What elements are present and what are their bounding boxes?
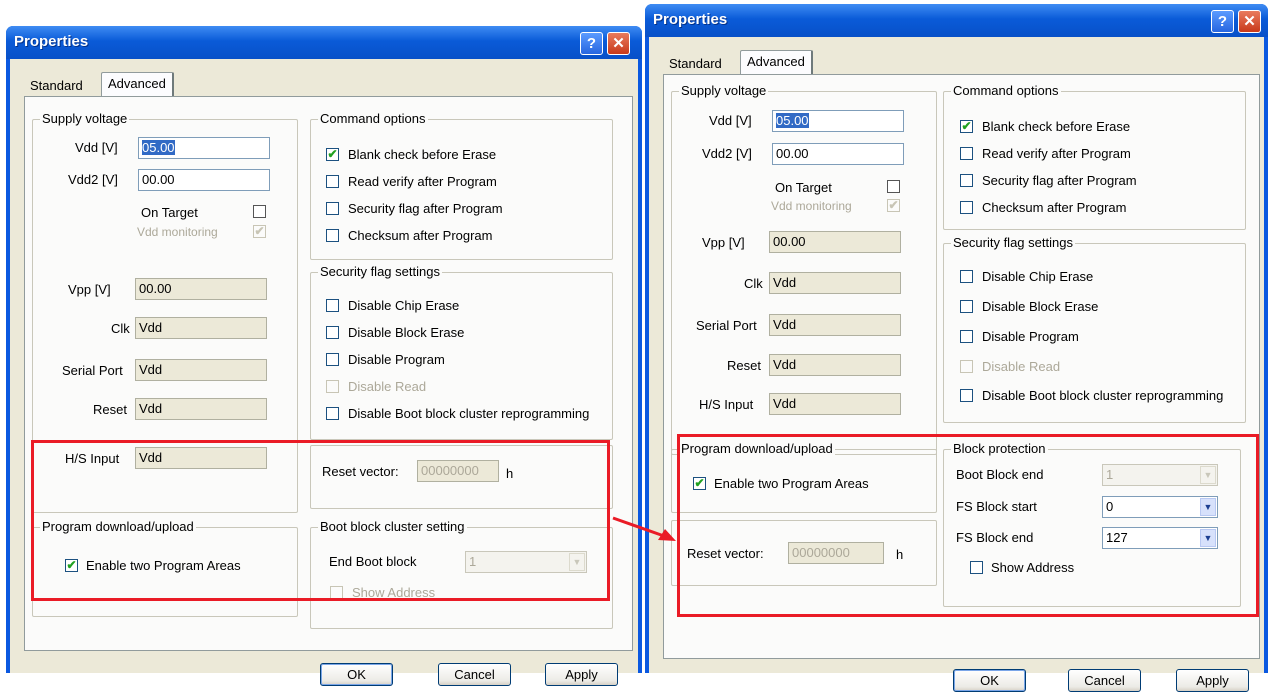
- left-disable-chip-erase-checkbox[interactable]: [326, 299, 339, 312]
- left-tab-advanced[interactable]: Advanced: [101, 72, 174, 97]
- left-read-verify-label: Read verify after Program: [348, 174, 497, 189]
- left-blank-check-label: Blank check before Erase: [348, 147, 497, 162]
- left-disable-read-label: Disable Read: [348, 379, 427, 394]
- left-reset-field: Vdd: [135, 398, 267, 420]
- left-clk-label: Clk: [111, 321, 130, 336]
- left-ok-button[interactable]: OK: [320, 663, 393, 686]
- left-command-options-label: Command options: [318, 111, 428, 126]
- left-window-title: Properties: [14, 33, 89, 50]
- left-disable-boot-block-label: Disable Boot block cluster reprogramming: [348, 406, 590, 421]
- right-blank-check-checkbox[interactable]: ✔: [960, 120, 973, 133]
- right-close-button[interactable]: ✕: [1238, 10, 1261, 33]
- left-disable-boot-block-checkbox[interactable]: [326, 407, 339, 420]
- left-vdd-input[interactable]: 05.00: [138, 137, 270, 159]
- left-vdd-monitoring-label: Vdd monitoring: [137, 225, 218, 239]
- right-tab-standard[interactable]: Standard: [663, 54, 728, 73]
- left-on-target-checkbox[interactable]: [253, 205, 266, 218]
- left-apply-button[interactable]: Apply: [545, 663, 618, 686]
- left-blank-check-checkbox[interactable]: ✔: [326, 148, 339, 161]
- right-clk-label: Clk: [744, 276, 763, 291]
- left-disable-read-checkbox: [326, 380, 339, 393]
- right-vdd2-input[interactable]: 00.00: [772, 143, 904, 165]
- right-apply-button[interactable]: Apply: [1176, 669, 1249, 692]
- right-titlebar[interactable]: Properties ? ✕: [645, 4, 1268, 37]
- right-vdd-label: Vdd [V]: [709, 113, 752, 128]
- right-serial-port-field: Vdd: [769, 314, 901, 336]
- right-blank-check-label: Blank check before Erase: [982, 119, 1131, 134]
- right-vdd-monitoring-checkbox: ✔: [887, 198, 900, 212]
- left-read-verify-checkbox[interactable]: [326, 175, 339, 188]
- right-vpp-label: Vpp [V]: [702, 235, 745, 250]
- right-read-verify-label: Read verify after Program: [982, 146, 1131, 161]
- left-highlight-box: [31, 440, 610, 601]
- right-disable-block-erase-checkbox[interactable]: [960, 300, 973, 313]
- left-disable-chip-erase-label: Disable Chip Erase: [348, 298, 460, 313]
- left-clk-field: Vdd: [135, 317, 267, 339]
- left-serial-port-field: Vdd: [135, 359, 267, 381]
- left-vdd2-input[interactable]: 00.00: [138, 169, 270, 191]
- right-hs-input-field: Vdd: [769, 393, 901, 415]
- right-window-title: Properties: [653, 11, 728, 28]
- right-help-button[interactable]: ?: [1211, 10, 1234, 33]
- right-disable-chip-erase-checkbox[interactable]: [960, 270, 973, 283]
- left-disable-block-erase-label: Disable Block Erase: [348, 325, 465, 340]
- left-vpp-field: 00.00: [135, 278, 267, 300]
- right-reset-label: Reset: [727, 358, 761, 373]
- left-tab-standard[interactable]: Standard: [24, 76, 89, 95]
- left-cancel-button[interactable]: Cancel: [438, 663, 511, 686]
- right-supply-voltage-label: Supply voltage: [679, 83, 769, 98]
- left-checksum-checkbox[interactable]: [326, 229, 339, 242]
- right-security-flag-checkbox[interactable]: [960, 174, 973, 187]
- right-read-verify-checkbox[interactable]: [960, 147, 973, 160]
- right-vdd-monitoring-label: Vdd monitoring: [771, 199, 852, 213]
- left-security-settings-label: Security flag settings: [318, 264, 442, 279]
- right-vdd2-label: Vdd2 [V]: [702, 146, 752, 161]
- right-vpp-field: 00.00: [769, 231, 901, 253]
- left-disable-program-checkbox[interactable]: [326, 353, 339, 366]
- left-disable-program-label: Disable Program: [348, 352, 445, 367]
- right-disable-boot-block-checkbox[interactable]: [960, 389, 973, 402]
- left-security-flag-label: Security flag after Program: [348, 201, 503, 216]
- right-disable-program-label: Disable Program: [982, 329, 1079, 344]
- left-supply-voltage-label: Supply voltage: [40, 111, 130, 126]
- right-reset-field: Vdd: [769, 354, 901, 376]
- left-vdd-label: Vdd [V]: [75, 140, 118, 155]
- right-disable-read-label: Disable Read: [982, 359, 1061, 374]
- right-highlight-box: [677, 434, 1259, 617]
- right-command-options-label: Command options: [951, 83, 1061, 98]
- right-disable-read-checkbox: [960, 360, 973, 373]
- right-disable-program-checkbox[interactable]: [960, 330, 973, 343]
- red-arrow-icon: [612, 516, 676, 541]
- right-on-target-checkbox[interactable]: [887, 180, 900, 193]
- right-vdd-input[interactable]: 05.00: [772, 110, 904, 132]
- left-serial-port-label: Serial Port: [62, 363, 123, 378]
- right-security-settings-label: Security flag settings: [951, 235, 1075, 250]
- left-vdd-monitoring-checkbox: ✔: [253, 224, 266, 238]
- right-on-target-label: On Target: [775, 180, 832, 195]
- left-on-target-label: On Target: [141, 205, 198, 220]
- left-vpp-label: Vpp [V]: [68, 282, 111, 297]
- right-checksum-label: Checksum after Program: [982, 200, 1127, 215]
- right-clk-field: Vdd: [769, 272, 901, 294]
- left-help-button[interactable]: ?: [580, 32, 603, 55]
- right-serial-port-label: Serial Port: [696, 318, 757, 333]
- left-close-button[interactable]: ✕: [607, 32, 630, 55]
- right-disable-block-erase-label: Disable Block Erase: [982, 299, 1099, 314]
- right-tab-advanced[interactable]: Advanced: [740, 50, 813, 75]
- right-checksum-checkbox[interactable]: [960, 201, 973, 214]
- left-vdd2-label: Vdd2 [V]: [68, 172, 118, 187]
- left-security-flag-checkbox[interactable]: [326, 202, 339, 215]
- right-ok-button[interactable]: OK: [953, 669, 1026, 692]
- left-titlebar[interactable]: Properties ? ✕: [6, 26, 642, 59]
- left-reset-label: Reset: [93, 402, 127, 417]
- right-cancel-button[interactable]: Cancel: [1068, 669, 1141, 692]
- right-disable-chip-erase-label: Disable Chip Erase: [982, 269, 1094, 284]
- left-disable-block-erase-checkbox[interactable]: [326, 326, 339, 339]
- right-hs-input-label: H/S Input: [699, 397, 754, 412]
- right-security-flag-label: Security flag after Program: [982, 173, 1137, 188]
- right-disable-boot-block-label: Disable Boot block cluster reprogramming: [982, 388, 1224, 403]
- left-checksum-label: Checksum after Program: [348, 228, 493, 243]
